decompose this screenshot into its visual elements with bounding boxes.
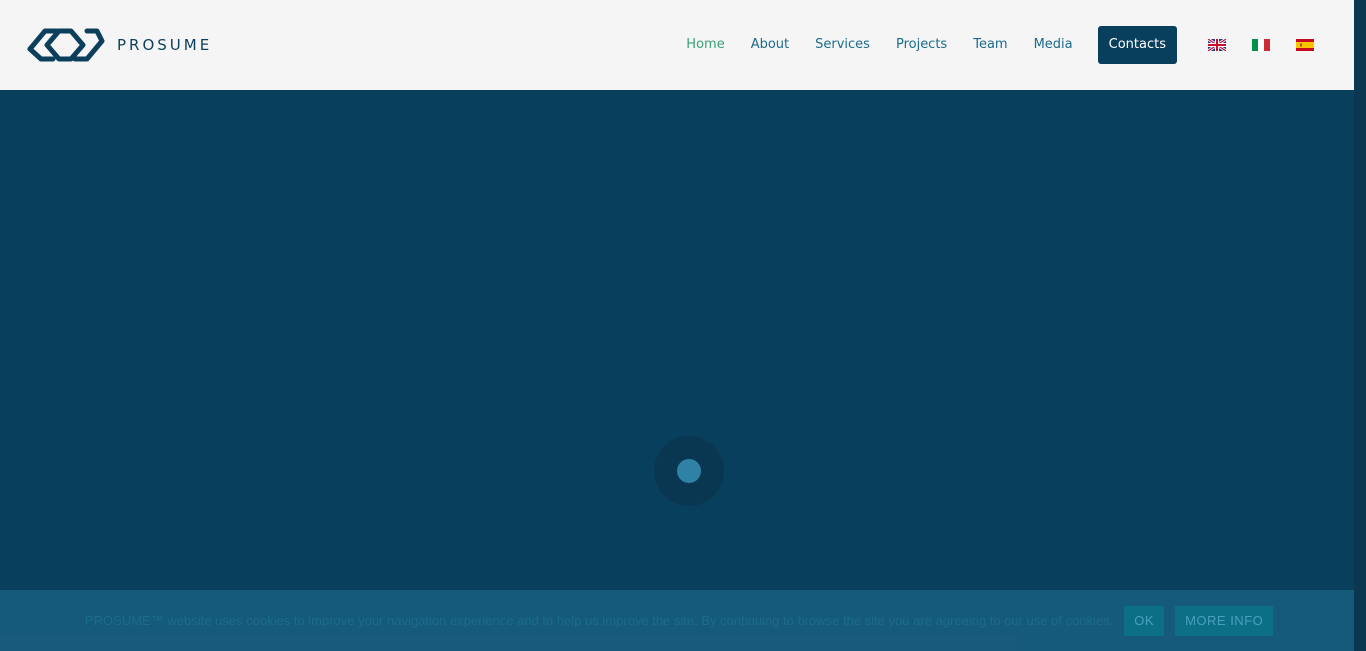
brand-name: PROSUME <box>117 36 213 54</box>
italian-flag-icon[interactable] <box>1252 39 1270 51</box>
cookie-more-info-button[interactable]: MORE INFO <box>1175 605 1274 636</box>
spanish-flag-icon[interactable] <box>1296 39 1314 51</box>
hero-section <box>0 90 1354 651</box>
cookie-banner: PROSUME™ website uses cookies to improve… <box>0 590 1354 651</box>
nav-team[interactable]: Team <box>960 26 1020 64</box>
nav-media[interactable]: Media <box>1021 26 1086 64</box>
main-nav: Home About Services Projects Team Media … <box>673 0 1354 90</box>
nav-services[interactable]: Services <box>802 26 883 64</box>
prosume-logo[interactable]: PROSUME <box>27 25 212 65</box>
nav-contacts-button[interactable]: Contacts <box>1097 26 1177 64</box>
nav-projects[interactable]: Projects <box>883 26 960 64</box>
prosume-logo-icon <box>27 28 105 62</box>
english-flag-icon[interactable] <box>1208 39 1226 51</box>
cookie-ok-button[interactable]: OK <box>1124 605 1165 636</box>
loading-dot <box>677 459 701 483</box>
nav-home[interactable]: Home <box>673 26 737 64</box>
nav-about[interactable]: About <box>738 26 802 64</box>
cookie-notice-text: PROSUME™ website uses cookies to improve… <box>85 613 1114 628</box>
site-header: PROSUME Home About Services Projects Tea… <box>0 0 1354 90</box>
page-scrollbar[interactable] <box>1354 0 1366 651</box>
language-switcher <box>1195 39 1327 51</box>
